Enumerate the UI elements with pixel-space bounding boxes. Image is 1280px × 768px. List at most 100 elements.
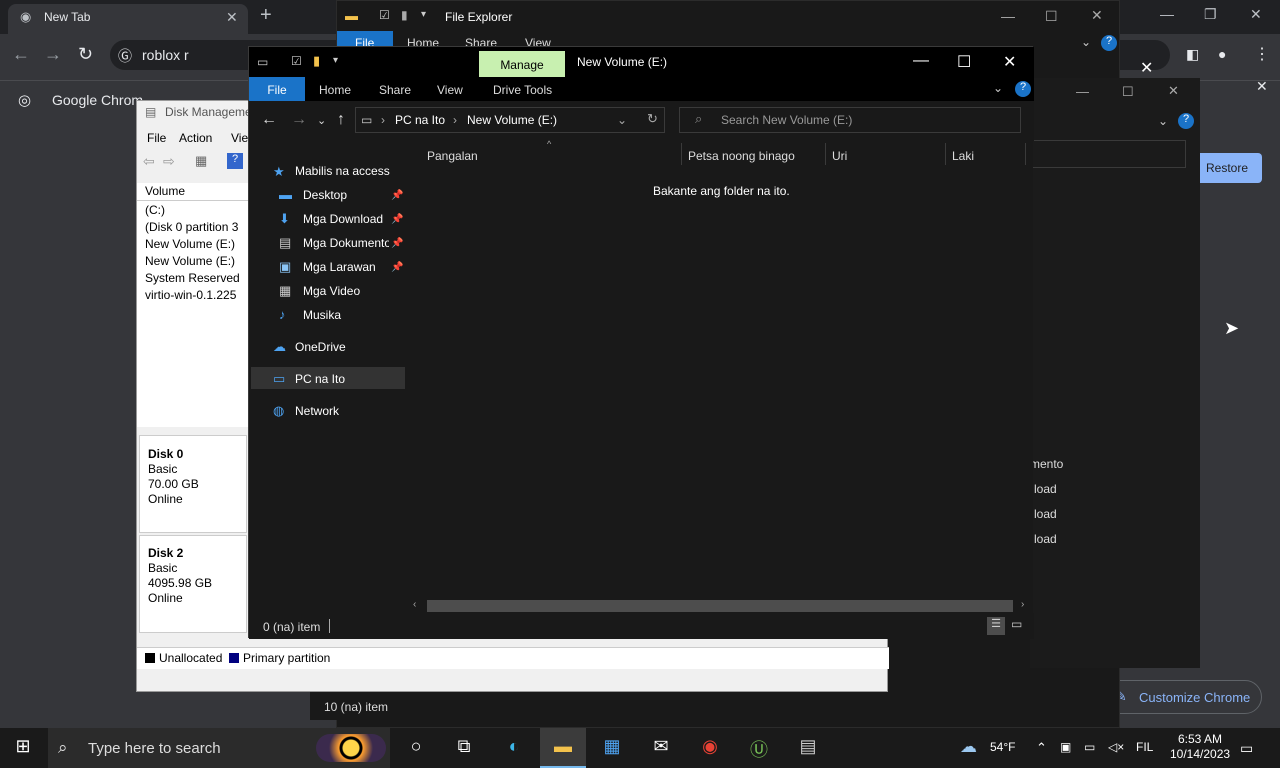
store-icon[interactable]: ▦ xyxy=(599,736,625,760)
network-tray-icon[interactable]: ▭ xyxy=(1084,740,1095,754)
breadcrumb-pc[interactable]: PC na Ito xyxy=(395,113,445,127)
scroll-right-icon[interactable]: › xyxy=(1021,599,1024,610)
pin-icon[interactable]: 📌 xyxy=(391,238,403,249)
edge-icon[interactable]: ◐ xyxy=(501,736,527,760)
volume-icon[interactable]: ◁× xyxy=(1108,740,1124,754)
qat-dropdown-icon[interactable]: ▾ xyxy=(421,9,426,20)
start-windows-icon[interactable]: ⊞ xyxy=(10,736,36,760)
pin-icon[interactable]: 📌 xyxy=(391,190,403,201)
pin-icon[interactable]: 📌 xyxy=(391,214,403,225)
nav-quick-access[interactable]: Mabilis na access xyxy=(295,164,390,178)
nav-downloads[interactable]: Mga Download xyxy=(303,212,383,226)
refresh-icon[interactable]: ↻ xyxy=(647,111,658,127)
back-icon[interactable]: ← xyxy=(12,44,30,65)
explorer-minimize-button[interactable]: — xyxy=(913,52,929,70)
right-maximize[interactable]: ☐ xyxy=(1122,84,1134,100)
dm-forward-icon[interactable]: ⇨ xyxy=(163,153,175,170)
tab-view[interactable]: View xyxy=(437,83,463,97)
forward-icon[interactable]: → xyxy=(44,44,62,65)
details-view-button[interactable]: ☰ xyxy=(987,617,1005,635)
chrome-close-button[interactable]: ✕ xyxy=(1250,6,1262,23)
customize-chrome-button[interactable]: ✎ Customize Chrome xyxy=(1098,680,1262,714)
language-indicator[interactable]: FIL xyxy=(1136,740,1153,754)
search-placeholder[interactable]: Search New Volume (E:) xyxy=(721,113,852,127)
volume-column-header[interactable]: Volume xyxy=(137,183,249,201)
explorer-close-button[interactable]: ✕ xyxy=(1003,52,1016,72)
tab-drive-tools[interactable]: Drive Tools xyxy=(493,83,552,97)
tab-share[interactable]: Share xyxy=(379,83,411,97)
nav-this-pc[interactable]: PC na Ito xyxy=(295,372,345,386)
sidepanel-icon[interactable]: ◧ xyxy=(1186,46,1199,63)
disk-0-card[interactable]: Disk 0 Basic 70.00 GB Online xyxy=(139,435,247,533)
new-folder-icon[interactable]: ▮ xyxy=(313,53,320,69)
tray-app-icon[interactable]: ▣ xyxy=(1060,740,1071,754)
volume-item[interactable]: New Volume (E:) xyxy=(145,254,235,268)
pin-icon[interactable]: 📌 xyxy=(391,262,403,273)
scrollbar-thumb[interactable] xyxy=(427,600,1013,612)
right-help-icon[interactable]: ? xyxy=(1178,113,1194,129)
up-arrow-icon[interactable]: ↑ xyxy=(337,111,345,129)
task-view-icon[interactable]: ⧉ xyxy=(451,736,477,760)
properties-icon[interactable]: ☑ xyxy=(291,54,302,68)
scroll-left-icon[interactable]: ‹ xyxy=(413,599,416,610)
right-minimize[interactable]: — xyxy=(1076,84,1089,99)
menu-file[interactable]: File xyxy=(147,131,166,145)
dm-back-icon[interactable]: ⇦ xyxy=(143,153,155,170)
tray-expand-icon[interactable]: ⌃ xyxy=(1036,740,1047,756)
back-help-icon[interactable]: ? xyxy=(1101,35,1117,51)
column-name[interactable]: Pangalan xyxy=(427,149,478,163)
back-explorer-maximize[interactable]: ☐ xyxy=(1045,8,1058,25)
column-separator[interactable] xyxy=(825,143,826,165)
restore-button[interactable]: Restore xyxy=(1196,153,1262,183)
menu-action[interactable]: Action xyxy=(179,131,212,145)
column-separator[interactable] xyxy=(681,143,682,165)
dm-grid-icon[interactable]: ▦ xyxy=(195,153,207,169)
weather-icon[interactable]: ☁ xyxy=(960,737,977,757)
right-item-1[interactable]: mento xyxy=(1030,457,1063,471)
right-close[interactable]: ✕ xyxy=(1168,83,1179,99)
reload-icon[interactable]: ↻ xyxy=(78,44,93,65)
column-date-modified[interactable]: Petsa noong binago xyxy=(688,149,795,163)
right-item-3[interactable]: load xyxy=(1034,507,1057,521)
back-arrow-icon[interactable]: ← xyxy=(261,111,277,129)
chrome-icon[interactable]: ◉ xyxy=(697,736,723,760)
right-chevron-icon[interactable]: ⌄ xyxy=(1158,114,1168,128)
profile-icon[interactable]: ● xyxy=(1218,46,1226,62)
clock[interactable]: 6:53 AM 10/14/2023 xyxy=(1170,732,1230,762)
file-explorer-icon[interactable]: ▬ xyxy=(550,736,576,760)
breadcrumb-volume[interactable]: New Volume (E:) xyxy=(467,113,557,127)
chrome-extra-close-icon[interactable]: ✕ xyxy=(1140,58,1153,78)
right-item-2[interactable]: load xyxy=(1034,482,1057,496)
column-type[interactable]: Uri xyxy=(832,149,847,163)
explorer-maximize-button[interactable]: ☐ xyxy=(957,52,971,72)
right-item-4[interactable]: load xyxy=(1034,532,1057,546)
large-icons-view-button[interactable]: ▭ xyxy=(1011,617,1022,631)
qat-dropdown-icon[interactable]: ▾ xyxy=(333,55,338,66)
manage-tab[interactable]: Manage xyxy=(479,51,565,77)
back-explorer-minimize[interactable]: — xyxy=(1001,8,1015,24)
volume-item[interactable]: (Disk 0 partition 3 xyxy=(145,220,238,234)
app-icon[interactable]: ▤ xyxy=(795,736,821,760)
volume-item[interactable]: System Reserved xyxy=(145,271,240,285)
column-separator[interactable] xyxy=(1025,143,1026,165)
forward-arrow-icon[interactable]: → xyxy=(291,111,307,129)
utorrent-icon[interactable]: Ⓤ xyxy=(746,736,772,760)
ribbon-expand-icon[interactable]: ⌄ xyxy=(993,81,1003,95)
column-separator[interactable] xyxy=(945,143,946,165)
chrome-tab-close-button[interactable]: ✕ xyxy=(226,9,238,26)
temperature[interactable]: 54°F xyxy=(990,740,1015,754)
properties-icon[interactable]: ☑ xyxy=(379,8,390,22)
nav-pictures[interactable]: Mga Larawan xyxy=(303,260,376,274)
nav-onedrive[interactable]: OneDrive xyxy=(295,340,346,354)
back-chevron-icon[interactable]: ⌄ xyxy=(1081,35,1091,49)
address-dropdown-icon[interactable]: ⌄ xyxy=(617,113,627,127)
nav-desktop[interactable]: Desktop xyxy=(303,188,347,202)
volume-item[interactable]: virtio-win-0.1.225 xyxy=(145,288,236,302)
menu-icon[interactable]: ⋮ xyxy=(1254,44,1270,64)
tab-file[interactable]: File xyxy=(249,77,305,101)
notification-icon[interactable]: ▭ xyxy=(1240,740,1253,757)
bookmarks-close-icon[interactable]: ✕ xyxy=(1256,78,1268,95)
tab-home[interactable]: Home xyxy=(319,83,351,97)
chrome-minimize-button[interactable]: — xyxy=(1160,6,1174,22)
bookmark-item[interactable]: Google Chrom xyxy=(52,92,143,108)
